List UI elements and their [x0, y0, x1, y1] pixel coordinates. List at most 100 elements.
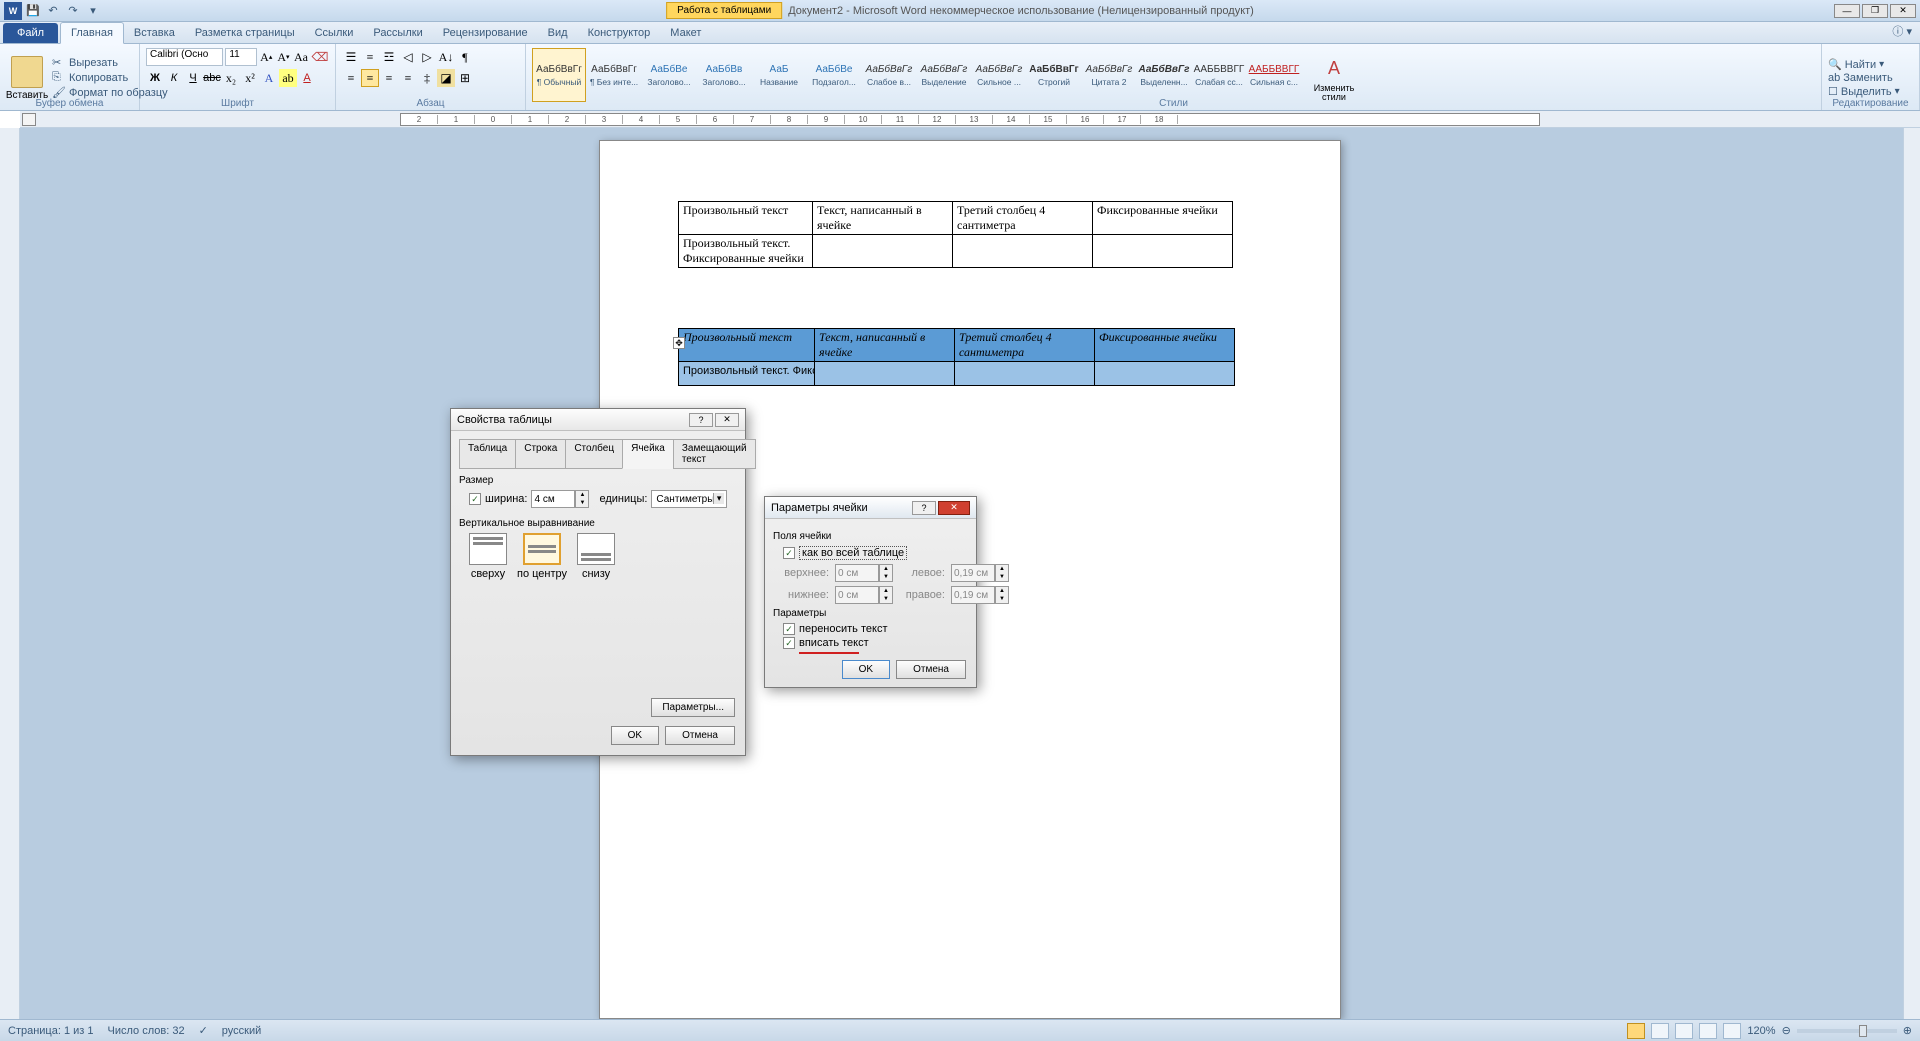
table-move-handle[interactable]: ✥ [673, 337, 685, 349]
cancel-button[interactable]: Отмена [665, 726, 735, 745]
superscript-button[interactable]: x² [241, 69, 259, 87]
strike-button[interactable]: abc [203, 69, 221, 87]
font-color-button[interactable]: A [298, 69, 316, 87]
table-2[interactable]: Произвольный текст Текст, написанный в я… [678, 328, 1235, 386]
word-count[interactable]: Число слов: 32 [108, 1025, 185, 1037]
valign-top-button[interactable]: сверху [469, 533, 507, 580]
tab-mailings[interactable]: Рассылки [363, 23, 432, 43]
style-item[interactable]: АаБбВеЗаголово... [642, 48, 696, 102]
full-screen-view[interactable] [1651, 1023, 1669, 1039]
tab-insert[interactable]: Вставка [124, 23, 185, 43]
table-cell[interactable]: Третий столбец 4 сантиметра [953, 202, 1093, 235]
redo-icon[interactable]: ↷ [64, 2, 82, 20]
bullets-button[interactable]: ☰ [342, 48, 360, 66]
table-cell[interactable]: Произвольный текст [679, 329, 815, 362]
horizontal-ruler[interactable]: 210123456789101112131415161718 [20, 111, 1920, 128]
align-right-button[interactable]: ≡ [380, 69, 398, 87]
clear-format-button[interactable]: ⌫ [311, 48, 329, 66]
bold-button[interactable]: Ж [146, 69, 164, 87]
vertical-scrollbar[interactable] [1903, 128, 1920, 1019]
highlight-button[interactable]: ab [279, 69, 297, 87]
zoom-level[interactable]: 120% [1747, 1025, 1775, 1037]
help-button[interactable]: ? [689, 413, 713, 427]
tab-cell[interactable]: Ячейка [622, 439, 674, 469]
width-input[interactable] [531, 490, 575, 508]
change-case-button[interactable]: Aa [293, 48, 309, 66]
tab-table-layout[interactable]: Макет [660, 23, 711, 43]
sort-button[interactable]: A↓ [437, 48, 455, 66]
web-layout-view[interactable] [1675, 1023, 1693, 1039]
close-button[interactable]: ✕ [1890, 4, 1916, 18]
width-checkbox[interactable]: ✓ [469, 493, 481, 505]
table-cell[interactable]: Текст, написанный в ячейке [813, 202, 953, 235]
wrap-text-checkbox[interactable]: ✓ [783, 623, 795, 635]
cancel-button[interactable]: Отмена [896, 660, 966, 679]
language-status[interactable]: русский [222, 1025, 261, 1037]
style-item[interactable]: АаБбВвГгВыделенн... [1137, 48, 1191, 102]
tab-table-design[interactable]: Конструктор [578, 23, 661, 43]
outline-view[interactable] [1699, 1023, 1717, 1039]
shading-button[interactable]: ◪ [437, 69, 455, 87]
align-left-button[interactable]: ≡ [342, 69, 360, 87]
tab-review[interactable]: Рецензирование [433, 23, 538, 43]
style-item[interactable]: АаБбВеПодзагол... [807, 48, 861, 102]
dialog-close-button[interactable]: ✕ [715, 413, 739, 427]
units-select[interactable]: Сантиметры [651, 490, 727, 508]
justify-button[interactable]: ≡ [399, 69, 417, 87]
table-cell[interactable] [953, 235, 1093, 268]
undo-icon[interactable]: ↶ [44, 2, 62, 20]
style-item[interactable]: АаБбВвГгСильное ... [972, 48, 1026, 102]
line-spacing-button[interactable]: ‡ [418, 69, 436, 87]
table-cell[interactable]: Третий столбец 4 сантиметра [955, 329, 1095, 362]
style-item[interactable]: АаБбВвГг¶ Без инте... [587, 48, 641, 102]
subscript-button[interactable]: x₂ [222, 69, 240, 87]
print-layout-view[interactable] [1627, 1023, 1645, 1039]
qat-dropdown-icon[interactable]: ▾ [84, 2, 102, 20]
valign-center-button[interactable]: по центру [517, 533, 567, 580]
shrink-font-button[interactable]: A▾ [276, 48, 291, 66]
style-item[interactable]: АаБНазвание [752, 48, 806, 102]
style-item[interactable]: ААББВВГГСильная с... [1247, 48, 1301, 102]
ok-button[interactable]: OK [842, 660, 890, 679]
grow-font-button[interactable]: A▴ [259, 48, 274, 66]
style-item[interactable]: АаБбВвГгВыделение [917, 48, 971, 102]
page-status[interactable]: Страница: 1 из 1 [8, 1025, 94, 1037]
zoom-in-button[interactable]: ⊕ [1903, 1024, 1912, 1037]
proofing-icon[interactable]: ✓ [199, 1024, 208, 1037]
fit-text-checkbox[interactable]: ✓ [783, 637, 795, 649]
tab-row[interactable]: Строка [515, 439, 566, 469]
italic-button[interactable]: К [165, 69, 183, 87]
table-cell[interactable] [955, 362, 1095, 386]
valign-bottom-button[interactable]: снизу [577, 533, 615, 580]
find-button[interactable]: 🔍Найти ▾ [1828, 58, 1900, 71]
style-item[interactable]: АаБбВвГгЦитата 2 [1082, 48, 1136, 102]
table-cell[interactable]: Произвольный текст [679, 202, 813, 235]
table-cell[interactable]: Произвольный текст. Фиксированные ячейки [679, 235, 813, 268]
same-as-table-checkbox[interactable]: ✓ [783, 547, 795, 559]
decrease-indent-button[interactable]: ◁ [399, 48, 417, 66]
draft-view[interactable] [1723, 1023, 1741, 1039]
increase-indent-button[interactable]: ▷ [418, 48, 436, 66]
font-size-select[interactable]: 11 [225, 48, 256, 66]
tab-file[interactable]: Файл [3, 23, 58, 43]
replace-button[interactable]: abЗаменить [1828, 72, 1900, 84]
table-cell[interactable] [813, 235, 953, 268]
dialog-close-button[interactable]: ✕ [938, 501, 970, 515]
align-center-button[interactable]: ≡ [361, 69, 379, 87]
help-button[interactable]: ? [912, 501, 936, 515]
tab-selector[interactable] [22, 113, 36, 126]
table-cell[interactable]: Текст, написанный в ячейке [815, 329, 955, 362]
parameters-button[interactable]: Параметры... [651, 698, 735, 717]
tab-column[interactable]: Столбец [565, 439, 623, 469]
minimize-button[interactable]: — [1834, 4, 1860, 18]
maximize-button[interactable]: ❐ [1862, 4, 1888, 18]
table-1[interactable]: Произвольный текст Текст, написанный в я… [678, 201, 1233, 268]
tab-view[interactable]: Вид [538, 23, 578, 43]
underline-button[interactable]: Ч [184, 69, 202, 87]
zoom-slider[interactable] [1797, 1029, 1897, 1033]
show-marks-button[interactable]: ¶ [456, 48, 474, 66]
style-item[interactable]: АаБбВвЗаголово... [697, 48, 751, 102]
table-cell[interactable]: Произвольный текст. Фиксированные ячейки [679, 362, 815, 386]
ok-button[interactable]: OK [611, 726, 659, 745]
style-item[interactable]: ААББВВГГСлабая сс... [1192, 48, 1246, 102]
